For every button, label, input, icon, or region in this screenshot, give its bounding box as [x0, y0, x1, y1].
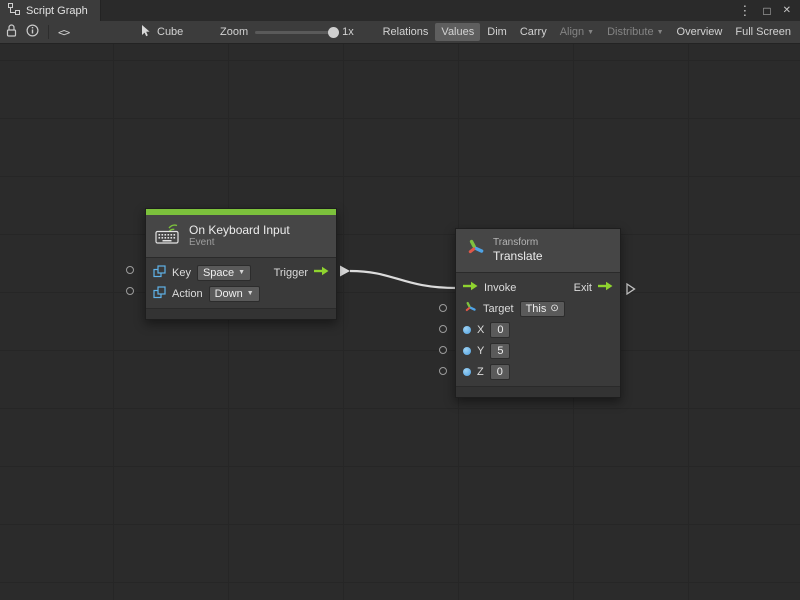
node-on-keyboard-input[interactable]: On Keyboard Input Event Key Space ▼ Tri	[145, 208, 337, 320]
values-button[interactable]: Values	[435, 23, 480, 41]
full-screen-button[interactable]: Full Screen	[729, 23, 797, 41]
dropdown-arrow-icon: ▼	[247, 290, 254, 297]
dropdown-arrow-icon: ▼	[657, 29, 664, 36]
align-button[interactable]: Align ▼	[554, 23, 600, 41]
exit-label: Exit	[574, 282, 592, 294]
transform-mini-icon	[463, 300, 477, 318]
graph-canvas[interactable]: On Keyboard Input Event Key Space ▼ Tri	[0, 44, 800, 600]
relations-button[interactable]: Relations	[377, 23, 435, 41]
value-port-dot[interactable]	[463, 368, 471, 376]
x-label: X	[477, 324, 484, 336]
y-row: Y 5	[456, 340, 620, 361]
invoke-exit-row: Invoke Exit	[456, 277, 620, 298]
maximize-button[interactable]: □	[763, 5, 770, 17]
port-target-input[interactable]	[439, 304, 447, 312]
port-exit-triangle[interactable]	[626, 282, 636, 300]
action-dropdown[interactable]: Down ▼	[209, 286, 260, 302]
z-row: Z 0	[456, 361, 620, 382]
info-icon[interactable]	[26, 24, 39, 40]
dropdown-arrow-icon: ▼	[587, 29, 594, 36]
target-value-chip[interactable]: This ⊙	[520, 301, 565, 317]
trigger-port-icon[interactable]	[314, 266, 329, 279]
dropdown-arrow-icon: ▼	[238, 269, 245, 276]
close-button[interactable]: ✕	[783, 6, 791, 16]
connection-wire[interactable]	[350, 271, 457, 288]
node-footer	[456, 386, 620, 397]
node-subtitle: Event	[189, 237, 290, 249]
port-action-input[interactable]	[126, 287, 134, 295]
key-row: Key Space ▼ Trigger	[146, 262, 336, 283]
code-view-button[interactable]: <>	[58, 26, 69, 39]
key-label: Key	[172, 267, 191, 279]
port-y-input[interactable]	[439, 346, 447, 354]
target-row: Target This ⊙	[456, 298, 620, 319]
wire-arrow-icon	[340, 266, 350, 277]
value-port-dot[interactable]	[463, 347, 471, 355]
overview-button[interactable]: Overview	[671, 23, 729, 41]
zoom-value: 1x	[342, 26, 354, 38]
node-header[interactable]: On Keyboard Input Event	[146, 215, 336, 258]
toolbar-separator	[48, 25, 49, 39]
target-label: Target	[483, 303, 514, 315]
invoke-label: Invoke	[484, 282, 516, 294]
lock-icon[interactable]	[6, 24, 17, 40]
zoom-slider[interactable]	[255, 31, 335, 34]
action-label: Action	[172, 288, 203, 300]
y-value-field[interactable]: 5	[490, 343, 510, 359]
connection-wire-layer	[0, 44, 800, 600]
title-bar: Script Graph ⋮ □ ✕	[0, 0, 800, 21]
script-graph-icon	[8, 3, 20, 18]
graph-target-label[interactable]: Cube	[157, 26, 183, 38]
zoom-slider-handle[interactable]	[328, 27, 339, 38]
dim-button[interactable]: Dim	[481, 23, 513, 41]
cursor-icon	[141, 25, 151, 40]
carry-button[interactable]: Carry	[514, 23, 553, 41]
zoom-label: Zoom	[220, 26, 248, 38]
node-title: Translate	[493, 249, 543, 263]
invoke-port-icon[interactable]	[463, 281, 478, 294]
z-value-field[interactable]: 0	[490, 364, 510, 380]
z-label: Z	[477, 366, 484, 378]
trigger-label: Trigger	[274, 267, 308, 279]
keyboard-icon	[155, 223, 181, 249]
value-port-dot[interactable]	[463, 326, 471, 334]
tab-script-graph[interactable]: Script Graph	[0, 0, 101, 21]
action-row: Action Down ▼	[146, 283, 336, 304]
node-title: On Keyboard Input	[189, 223, 290, 237]
y-label: Y	[477, 345, 484, 357]
node-header[interactable]: Transform Translate	[456, 229, 620, 273]
x-value-field[interactable]: 0	[490, 322, 510, 338]
transform-icon	[465, 237, 485, 264]
graph-toolbar: <> Cube Zoom 1x Relations Values Dim Car…	[0, 21, 800, 44]
exit-port-icon[interactable]	[598, 281, 613, 294]
tab-title: Script Graph	[26, 5, 88, 17]
value-port-icon	[153, 265, 166, 281]
key-dropdown[interactable]: Space ▼	[197, 265, 251, 281]
port-key-input[interactable]	[126, 266, 134, 274]
window-menu-button[interactable]: ⋮	[738, 4, 751, 17]
node-translate[interactable]: Transform Translate Invoke Exit	[455, 228, 621, 398]
distribute-button[interactable]: Distribute ▼	[601, 23, 669, 41]
target-scope-icon: ⊙	[550, 303, 558, 314]
node-category: Transform	[493, 237, 543, 249]
node-footer	[146, 308, 336, 319]
port-z-input[interactable]	[439, 367, 447, 375]
port-x-input[interactable]	[439, 325, 447, 333]
x-row: X 0	[456, 319, 620, 340]
value-port-icon	[153, 286, 166, 302]
